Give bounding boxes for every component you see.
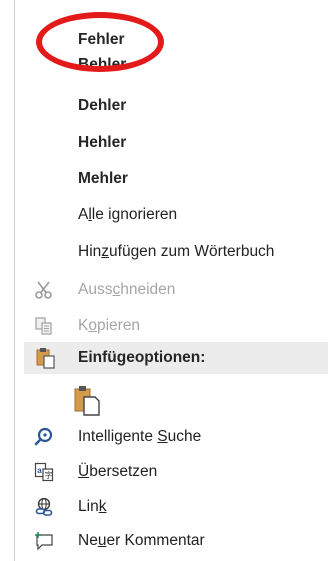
paste-keep-format-button[interactable] xyxy=(24,380,328,420)
translate-item[interactable]: a 字 Übersetzen xyxy=(24,455,328,489)
paste-icon xyxy=(36,347,56,374)
context-menu: Fehler Behler Dehler Hehler Mehler Alle … xyxy=(24,0,328,561)
copy-item[interactable]: Kopieren xyxy=(24,309,328,343)
suggestion-label: Mehler xyxy=(78,170,128,187)
svg-text:字: 字 xyxy=(45,470,53,480)
link-item[interactable]: Link xyxy=(24,490,328,524)
translate-label: Übersetzen xyxy=(78,463,158,480)
suggestion-hehler[interactable]: Hehler xyxy=(24,126,328,160)
translate-icon: a 字 xyxy=(34,462,54,482)
add-to-dictionary-label: Hinzufügen zum Wörterbuch xyxy=(78,243,275,260)
paste-options-header: Einfügeoptionen: xyxy=(24,342,328,374)
add-to-dictionary-item[interactable]: Hinzufügen zum Wörterbuch xyxy=(24,235,328,269)
svg-text:a: a xyxy=(37,466,42,475)
smart-lookup-icon xyxy=(34,427,54,447)
scissors-icon xyxy=(34,280,54,300)
suggestion-label: Dehler xyxy=(78,97,127,114)
paste-keep-format-icon xyxy=(74,384,100,416)
suggestion-dehler[interactable]: Dehler xyxy=(24,89,328,123)
link-label: Link xyxy=(78,498,107,515)
ignore-all-label: Alle ignorieren xyxy=(78,206,178,223)
new-comment-label: Neuer Kommentar xyxy=(78,532,205,549)
cut-item[interactable]: Ausschneiden xyxy=(24,273,328,307)
paste-options-label: Einfügeoptionen: xyxy=(78,349,206,366)
new-comment-item[interactable]: Neuer Kommentar xyxy=(24,524,328,558)
smart-lookup-item[interactable]: Intelligente Suche xyxy=(24,420,328,454)
new-comment-icon xyxy=(34,531,54,551)
smart-lookup-label: Intelligente Suche xyxy=(78,428,202,445)
ignore-all-item[interactable]: Alle ignorieren xyxy=(24,198,328,232)
suggestion-label: Fehler xyxy=(78,31,125,48)
suggestion-mehler[interactable]: Mehler xyxy=(24,162,328,196)
link-icon xyxy=(34,497,54,517)
suggestion-behler[interactable]: Behler xyxy=(24,53,328,83)
suggestion-fehler[interactable]: Fehler xyxy=(24,23,328,57)
suggestion-label: Behler xyxy=(78,56,127,73)
copy-label: Kopieren xyxy=(78,317,141,334)
suggestion-label: Hehler xyxy=(78,134,127,151)
cut-label: Ausschneiden xyxy=(78,281,176,298)
copy-icon xyxy=(34,316,54,336)
left-border xyxy=(14,0,15,561)
